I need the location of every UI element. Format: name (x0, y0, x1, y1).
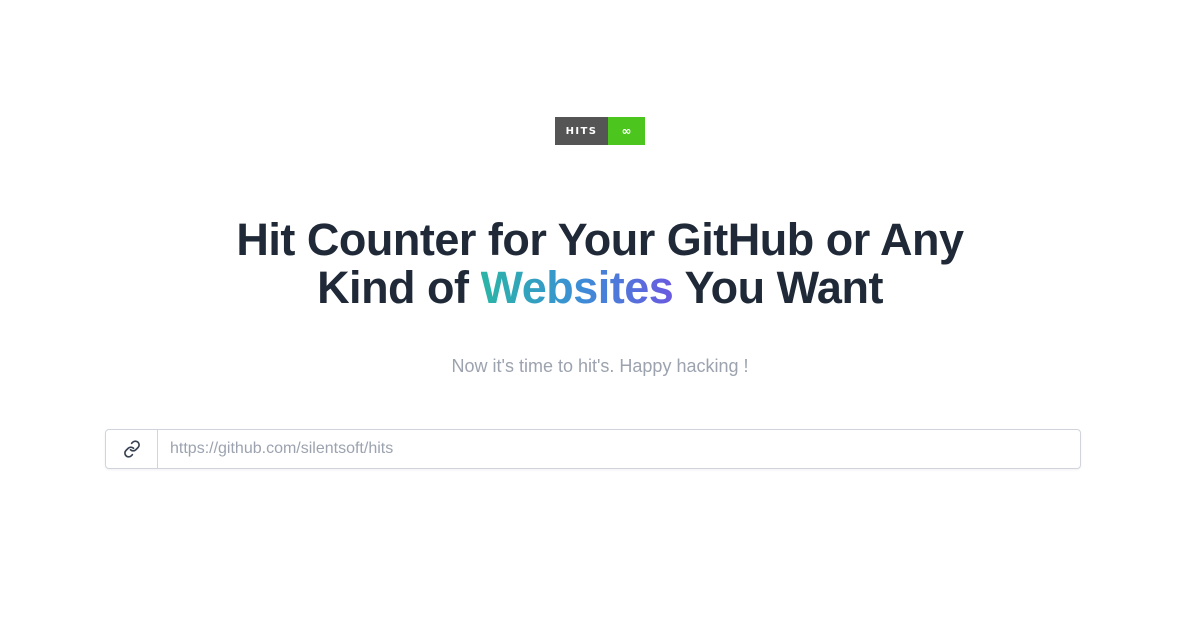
subtitle: Now it's time to hit's. Happy hacking ! (451, 356, 749, 376)
hits-badge: HITS ∞ (555, 117, 645, 145)
title-line-1: Hit Counter for Your GitHub or Any (236, 214, 964, 265)
page: HITS ∞ Hit Counter for Your GitHub or An… (0, 0, 1200, 630)
badge-label: HITS (555, 117, 608, 145)
title-line-2-suffix: You Want (673, 262, 883, 313)
url-input-group (105, 429, 1081, 469)
page-title: Hit Counter for Your GitHub or Any Kind … (0, 216, 1200, 312)
badge-value: ∞ (608, 117, 645, 145)
title-highlight: Websites (480, 262, 674, 313)
link-icon (106, 430, 158, 468)
title-line-2: Kind of Websites You Want (0, 264, 1200, 312)
title-line-2-prefix: Kind of (317, 262, 481, 313)
url-input[interactable] (158, 430, 1080, 468)
